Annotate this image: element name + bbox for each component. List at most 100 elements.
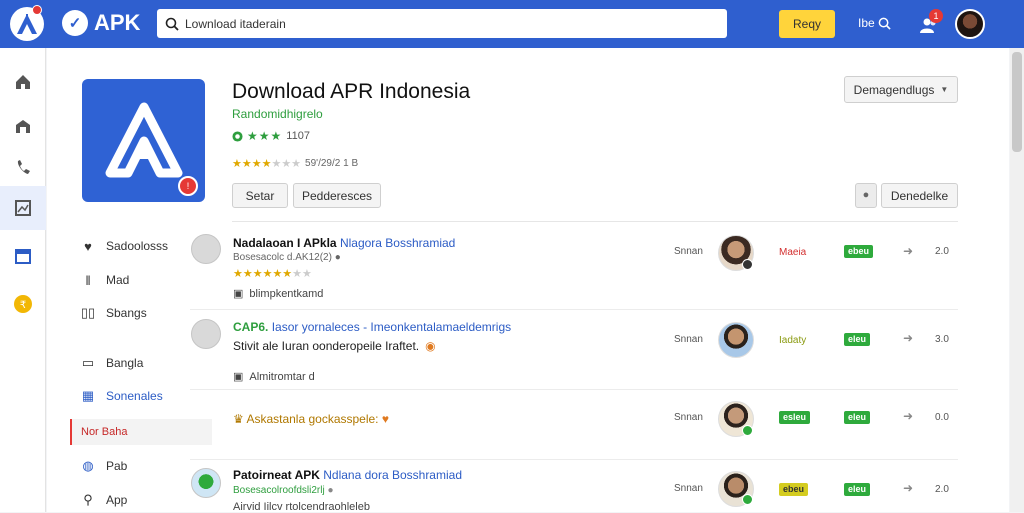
row-divider (190, 459, 958, 460)
image-icon: ▣ (233, 371, 244, 383)
sidebar-item-label: Sadoolosss (106, 239, 169, 253)
row-score: 0.0 (935, 412, 949, 423)
sidebar-item-label: Mad (106, 273, 130, 287)
sidebar-item-label: Nor Baha (81, 426, 128, 438)
dropdown-label: Demagendlugs (853, 82, 935, 97)
verified-icon (232, 130, 243, 142)
row-status: Iadaty (779, 335, 807, 346)
row-meta: Bosesacolroofdsli2rlj ● (233, 485, 334, 496)
section-divider (232, 221, 958, 222)
grid-icon: ▦ (81, 388, 95, 403)
row-note-text: Airvid Iilcv rtolcendraohleleb (233, 501, 370, 513)
info-icon: ● (327, 485, 334, 496)
row-link[interactable]: Ndlana dora Bosshramiad (323, 468, 462, 482)
logo-notification-dot (32, 5, 42, 15)
rail-phone[interactable] (0, 146, 46, 190)
row-note-text: Stivit ale Iuran oonderopeile Iraftet. (233, 339, 420, 353)
phone-icon (17, 160, 30, 174)
sidebar-item-bangla[interactable]: ▭ Bangla (80, 352, 144, 374)
image-icon: ▭ (81, 355, 95, 370)
row-note: ▣ Almitromtar d (233, 370, 315, 384)
setar-button[interactable]: Setar (232, 183, 288, 208)
rail-store[interactable] (0, 104, 46, 148)
sidebar-item-label: Sonenales (106, 389, 163, 403)
help-icon (878, 17, 891, 30)
row-avatar (191, 468, 221, 498)
app-icon-badge: ! (178, 176, 198, 196)
row-divider (190, 389, 958, 390)
app-subtitle[interactable]: Randomidhigrelo (232, 107, 323, 121)
table-row-title[interactable]: Patoirneat APK Ndlana dora Bosshramiad (233, 468, 462, 482)
denedelke-button[interactable]: Denedelke (881, 183, 958, 208)
sidebar-item-mad[interactable]: ǁ Mad (80, 269, 129, 291)
share-arrow-icon[interactable]: ➜ (903, 244, 913, 258)
row-note-text: blimpkentkamd (249, 287, 324, 300)
row-title-text: CAP6. (233, 320, 269, 334)
scrollbar-thumb[interactable] (1012, 52, 1022, 152)
row-column: Snnan (674, 246, 703, 257)
user-avatar[interactable] (955, 9, 985, 39)
row-tag: eleu (844, 333, 871, 346)
primary-button[interactable]: Reqy (779, 10, 835, 38)
chevron-down-icon: ▼ (940, 85, 949, 94)
table-row-title[interactable]: Nadalaoan I APkla Nlagora Bosshramiad (233, 236, 455, 250)
store-icon (16, 120, 30, 133)
row-status: Maeia (779, 247, 807, 258)
row-avatar (191, 319, 221, 349)
sidebar-item-pab[interactable]: ◍ Pab (80, 455, 127, 477)
sidebar-item-label: Bangla (106, 356, 144, 370)
sidebar-item-sbangs[interactable]: ▯▯ Sbangs (80, 302, 147, 324)
sidebar-item-app[interactable]: ⚲ App (80, 489, 127, 511)
rail-home[interactable] (0, 60, 46, 104)
row-avatar (191, 234, 221, 264)
brand[interactable]: ✓ APK (62, 10, 140, 36)
row-meta: Bosesacolc d.AK12(2) ● (233, 252, 341, 263)
user-text: Ibe (858, 16, 875, 30)
pin-button[interactable]: ● (855, 183, 877, 208)
rail-gallery[interactable] (0, 186, 46, 230)
image-icon: ▣ (233, 288, 244, 300)
sidebar-item-label: Pab (106, 459, 128, 473)
badge-icon: ₹ (14, 295, 32, 313)
row-meta-text: Bosesacolc d.AK12(2) (233, 252, 332, 263)
row-link[interactable]: Iasor yornaleces - Imeonkentalamaeldemri… (272, 320, 511, 334)
share-arrow-icon[interactable]: ➜ (903, 331, 913, 345)
row-score: 3.0 (935, 334, 949, 345)
row-link[interactable]: Nlagora Bosshramiad (340, 236, 455, 250)
search-icon (165, 17, 179, 31)
share-arrow-icon[interactable]: ➜ (903, 409, 913, 423)
rail-badge[interactable]: ₹ (0, 282, 46, 326)
sort-dropdown[interactable]: Demagendlugs ▼ (844, 76, 958, 103)
row-tag: eleu (844, 483, 871, 496)
pedderesces-button[interactable]: Pedderesces (293, 183, 381, 208)
row-column: Snnan (674, 412, 703, 423)
row-column: Snnan (674, 334, 703, 345)
sidebar-item-sonenales[interactable]: ▦ Sonenales (80, 385, 163, 407)
row-title-text: Patoirneat APK (233, 468, 320, 482)
notification-badge: 1 (929, 9, 943, 23)
svg-text:₹: ₹ (20, 300, 26, 311)
rating-count: 1107 (286, 130, 310, 142)
row-person-avatar[interactable] (718, 322, 754, 358)
row-meta-text: Bosesacolroofdsli2rlj (233, 485, 325, 496)
row-stars: ★★★★★★★★ (233, 268, 312, 280)
sidebar-item-nor-baha[interactable]: Nor Baha (70, 419, 212, 445)
sidebar-item-sadoolosss[interactable]: ♥ Sadoolosss (80, 235, 168, 257)
table-row-title[interactable]: CAP6. Iasor yornaleces - Imeonkentalamae… (233, 320, 511, 334)
row-description: Stivit ale Iuran oonderopeile Iraftet. ◉ (233, 339, 436, 353)
sidebar-item-label: App (106, 493, 128, 507)
user-menu[interactable]: Ibe (858, 16, 891, 30)
rating-row: ★★★ 1107 (232, 129, 310, 143)
person-status-icon (742, 494, 753, 505)
row-note: ▣ blimpkentkamd (233, 287, 324, 301)
rail-calendar[interactable] (0, 234, 46, 278)
row-status: ebeu (779, 483, 809, 496)
star-rating-row: ★★★★★★★ 59'/29/2 1 B (232, 157, 358, 170)
pin-icon: ● (862, 189, 870, 201)
heart-icon: ♥ (84, 238, 92, 254)
heart-icon: ♥ (381, 412, 389, 426)
search-input[interactable] (185, 16, 705, 31)
table-row-title[interactable]: ♛ Askastanla gockasspele: ♥ (233, 412, 389, 426)
share-arrow-icon[interactable]: ➜ (903, 481, 913, 495)
search-bar[interactable] (157, 9, 727, 38)
